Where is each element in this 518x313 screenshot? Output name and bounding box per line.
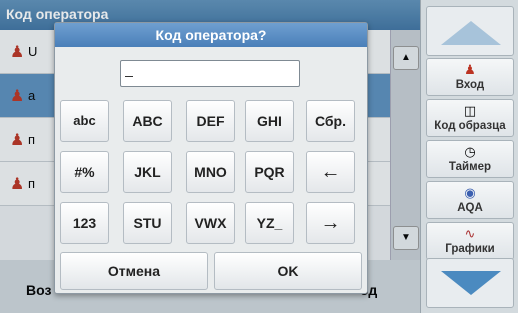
key-backspace[interactable]: ← [306,151,355,193]
sidebar-item-login[interactable]: ♟ Вход [426,58,514,96]
key-pqr[interactable]: PQR [245,151,294,193]
sidebar-item-aqa[interactable]: ◉ AQA [426,181,514,219]
sidebar-item-label: AQA [457,202,483,214]
sidebar-item-graphs[interactable]: ∿ Графики [426,222,514,260]
right-arrow-icon: → [320,212,341,234]
aqa-icon: ◉ [464,185,476,200]
left-arrow-icon: ← [320,161,341,183]
key-mno[interactable]: MNO [186,151,235,193]
timer-icon: ◷ [464,144,476,159]
sidebar-scroll-up-button[interactable] [426,6,514,56]
key-abc[interactable]: abc [60,100,109,142]
sidebar: ♟ Вход ◫ Код образца ◷ Таймер ◉ AQA ∿ Гр… [420,0,518,313]
down-arrow-icon [441,271,501,295]
sidebar-item-label: Код образца [434,120,506,132]
key-vwx[interactable]: VWX [186,202,235,244]
screen: Код оператора ♟ U ♟ a ♟ п ♟ п ▲ ▼ Воз од… [0,0,518,313]
sidebar-item-label: Графики [445,243,495,255]
operator-icon: ♟ [464,62,476,77]
sidebar-item-label: Таймер [448,161,492,173]
sidebar-item-sample-id[interactable]: ◫ Код образца [426,99,514,137]
operator-id-dialog: Код оператора? abc ABC DEF GHI Сбр. #% J… [54,22,368,294]
key-stu[interactable]: STU [123,202,172,244]
key-jkl[interactable]: JKL [123,151,172,193]
key-abc-upper[interactable]: ABC [123,100,172,142]
sample-vial-icon: ◫ [463,103,477,118]
ok-button[interactable]: OK [214,252,362,290]
operator-id-input[interactable] [120,60,300,87]
key-forward[interactable]: → [306,202,355,244]
text-cursor [125,65,133,77]
key-yz[interactable]: YZ_ [245,202,294,244]
sidebar-item-label: Вход [455,79,485,91]
sidebar-item-timer[interactable]: ◷ Таймер [426,140,514,178]
dialog-title: Код оператора? [55,23,367,47]
key-def[interactable]: DEF [186,100,235,142]
up-arrow-icon [441,21,501,45]
key-ghi[interactable]: GHI [245,100,294,142]
cancel-button[interactable]: Отмена [60,252,208,290]
key-numeric[interactable]: 123 [60,202,109,244]
key-symbols[interactable]: #% [60,151,109,193]
graph-icon: ∿ [464,226,476,241]
sidebar-scroll-down-button[interactable] [426,258,514,308]
key-reset[interactable]: Сбр. [306,100,355,142]
